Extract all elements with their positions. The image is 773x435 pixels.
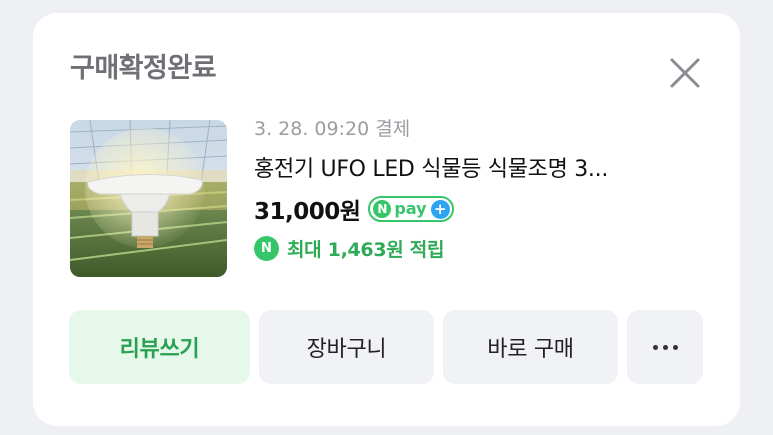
product-thumbnail[interactable]: [70, 120, 227, 277]
product-title[interactable]: 홍전기 UFO LED 식물등 식물조명 3...: [254, 155, 704, 185]
order-info: 3. 28. 09:20 결제 홍전기 UFO LED 식물등 식물조명 3..…: [254, 113, 714, 263]
buy-now-button[interactable]: 바로 구매: [443, 310, 618, 384]
order-card: 구매확정완료 3. 28. 09:20 결제 홍전기 UFO LED 식물등 식…: [33, 13, 740, 426]
product-image: [70, 120, 227, 277]
points-text: 최대 1,463원 적립: [287, 238, 445, 261]
close-icon: [670, 58, 700, 88]
naver-point-icon: N: [254, 235, 279, 261]
plus-icon: +: [430, 199, 450, 219]
npay-label: pay: [394, 199, 427, 218]
npay-icon: N: [373, 200, 392, 218]
payment-date: 3. 28. 09:20 결제: [254, 118, 411, 140]
order-status: 구매확정완료: [70, 53, 217, 84]
more-button[interactable]: [627, 310, 703, 384]
more-horizontal-icon: [652, 344, 678, 350]
price: 31,000원: [254, 199, 361, 225]
points-row: N 최대 1,463원 적립: [254, 233, 714, 263]
price-row: 31,000원 N pay +: [254, 194, 714, 225]
npay-badge: N pay +: [368, 196, 454, 222]
close-button[interactable]: [668, 56, 702, 90]
cart-button[interactable]: 장바구니: [259, 310, 434, 384]
write-review-button[interactable]: 리뷰쓰기: [69, 310, 250, 384]
